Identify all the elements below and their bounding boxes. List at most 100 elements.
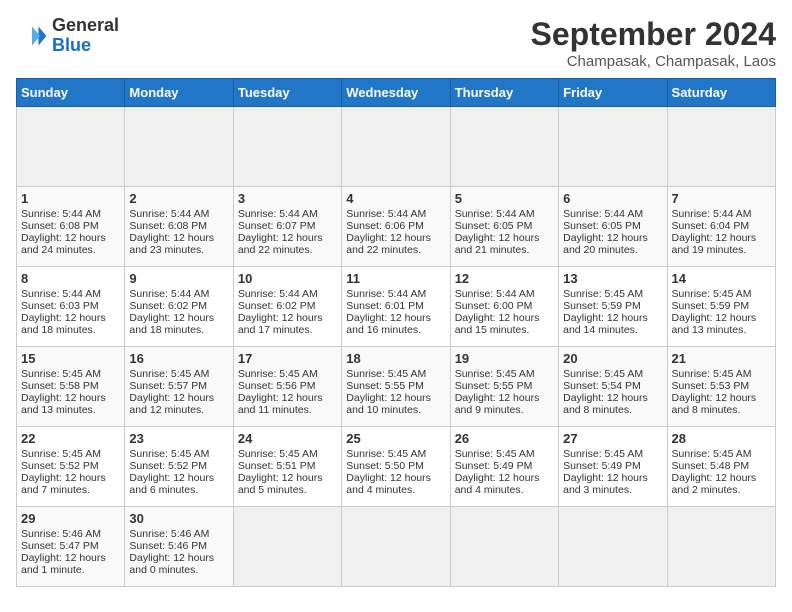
sunrise-text: Sunrise: 5:46 AM <box>21 528 120 540</box>
header: General Blue September 2024 Champasak, C… <box>16 16 776 70</box>
calendar-cell: 30 Sunrise: 5:46 AMSunset: 5:46 PMDayligh… <box>125 507 233 587</box>
sunrise-text: Sunrise: 5:45 AM <box>672 288 771 300</box>
daylight-text: Daylight: 12 hours and 19 minutes. <box>672 232 771 256</box>
day-number: 10 <box>238 271 337 286</box>
sunset-text: Sunset: 6:00 PM <box>455 300 554 312</box>
header-day-sunday: Sunday <box>17 79 125 107</box>
sunrise-text: Sunrise: 5:44 AM <box>455 288 554 300</box>
sunset-text: Sunset: 5:52 PM <box>21 460 120 472</box>
daylight-text: Daylight: 12 hours and 23 minutes. <box>129 232 228 256</box>
calendar-cell: 12Sunrise: 5:44 AMSunset: 6:00 PMDayligh… <box>450 267 558 347</box>
sunset-text: Sunset: 5:55 PM <box>346 380 445 392</box>
header-day-friday: Friday <box>559 79 667 107</box>
sunrise-text: Sunrise: 5:45 AM <box>455 368 554 380</box>
day-number: 2 <box>129 191 228 206</box>
sunrise-text: Sunrise: 5:45 AM <box>129 448 228 460</box>
day-number: 23 <box>129 431 228 446</box>
logo-blue: Blue <box>52 35 91 55</box>
daylight-text: Daylight: 12 hours and 20 minutes. <box>563 232 662 256</box>
day-number: 18 <box>346 351 445 366</box>
day-number: 19 <box>455 351 554 366</box>
daylight-text: Daylight: 12 hours and 5 minutes. <box>238 472 337 496</box>
sunset-text: Sunset: 5:56 PM <box>238 380 337 392</box>
calendar-cell <box>233 507 341 587</box>
sunset-text: Sunset: 6:08 PM <box>129 220 228 232</box>
daylight-text: Daylight: 12 hours and 22 minutes. <box>346 232 445 256</box>
sunset-text: Sunset: 5:46 PM <box>129 540 228 552</box>
daylight-text: Daylight: 12 hours and 0 minutes. <box>129 552 228 576</box>
location: Champasak, Champasak, Laos <box>531 53 776 70</box>
sunset-text: Sunset: 5:52 PM <box>129 460 228 472</box>
day-number: 7 <box>672 191 771 206</box>
day-number: 3 <box>238 191 337 206</box>
logo-icon <box>16 20 48 52</box>
sunset-text: Sunset: 5:49 PM <box>563 460 662 472</box>
calendar-cell <box>667 507 775 587</box>
day-number: 13 <box>563 271 662 286</box>
sunset-text: Sunset: 5:59 PM <box>563 300 662 312</box>
day-number: 25 <box>346 431 445 446</box>
calendar-cell <box>125 107 233 187</box>
sunrise-text: Sunrise: 5:45 AM <box>563 368 662 380</box>
daylight-text: Daylight: 12 hours and 3 minutes. <box>563 472 662 496</box>
daylight-text: Daylight: 12 hours and 2 minutes. <box>672 472 771 496</box>
calendar-cell: 5Sunrise: 5:44 AMSunset: 6:05 PMDaylight… <box>450 187 558 267</box>
day-number: 20 <box>563 351 662 366</box>
calendar-cell: 16Sunrise: 5:45 AMSunset: 5:57 PMDayligh… <box>125 347 233 427</box>
calendar-cell: 1 Sunrise: 5:44 AMSunset: 6:08 PMDaylight… <box>17 187 125 267</box>
month-title: September 2024 <box>531 16 776 53</box>
sunset-text: Sunset: 6:05 PM <box>563 220 662 232</box>
day-number: 16 <box>129 351 228 366</box>
daylight-text: Daylight: 12 hours and 13 minutes. <box>672 312 771 336</box>
sunrise-text: Sunrise: 5:45 AM <box>21 368 120 380</box>
sunrise-text: Sunrise: 5:44 AM <box>563 208 662 220</box>
sunrise-text: Sunrise: 5:44 AM <box>21 288 120 300</box>
calendar-cell: 17Sunrise: 5:45 AMSunset: 5:56 PMDayligh… <box>233 347 341 427</box>
calendar-cell <box>450 107 558 187</box>
calendar-cell: 29Sunrise: 5:46 AMSunset: 5:47 PMDayligh… <box>17 507 125 587</box>
sunrise-text: Sunrise: 5:44 AM <box>129 288 228 300</box>
day-number: 17 <box>238 351 337 366</box>
calendar-cell: 23Sunrise: 5:45 AMSunset: 5:52 PMDayligh… <box>125 427 233 507</box>
header-day-wednesday: Wednesday <box>342 79 450 107</box>
logo-general: General <box>52 15 119 35</box>
sunrise-text: Sunrise: 5:45 AM <box>129 368 228 380</box>
daylight-text: Daylight: 12 hours and 8 minutes. <box>672 392 771 416</box>
sunset-text: Sunset: 5:48 PM <box>672 460 771 472</box>
daylight-text: Daylight: 12 hours and 4 minutes. <box>455 472 554 496</box>
sunset-text: Sunset: 6:01 PM <box>346 300 445 312</box>
calendar-cell: 18Sunrise: 5:45 AMSunset: 5:55 PMDayligh… <box>342 347 450 427</box>
sunrise-text: Sunrise: 5:44 AM <box>129 208 228 220</box>
sunset-text: Sunset: 6:08 PM <box>21 220 120 232</box>
calendar-cell <box>559 507 667 587</box>
sunset-text: Sunset: 5:47 PM <box>21 540 120 552</box>
daylight-text: Daylight: 12 hours and 24 minutes. <box>21 232 120 256</box>
day-number: 21 <box>672 351 771 366</box>
calendar-cell: 9Sunrise: 5:44 AMSunset: 6:02 PMDaylight… <box>125 267 233 347</box>
calendar-week-5: 29Sunrise: 5:46 AMSunset: 5:47 PMDayligh… <box>17 507 776 587</box>
day-number: 1 <box>21 191 120 206</box>
sunrise-text: Sunrise: 5:44 AM <box>238 288 337 300</box>
calendar-cell: 20Sunrise: 5:45 AMSunset: 5:54 PMDayligh… <box>559 347 667 427</box>
calendar-cell: 27Sunrise: 5:45 AMSunset: 5:49 PMDayligh… <box>559 427 667 507</box>
sunset-text: Sunset: 5:53 PM <box>672 380 771 392</box>
calendar-cell: 4Sunrise: 5:44 AMSunset: 6:06 PMDaylight… <box>342 187 450 267</box>
sunrise-text: Sunrise: 5:46 AM <box>129 528 228 540</box>
sunrise-text: Sunrise: 5:44 AM <box>21 208 120 220</box>
sunset-text: Sunset: 5:49 PM <box>455 460 554 472</box>
calendar-cell: 14Sunrise: 5:45 AMSunset: 5:59 PMDayligh… <box>667 267 775 347</box>
sunrise-text: Sunrise: 5:45 AM <box>346 368 445 380</box>
day-number: 6 <box>563 191 662 206</box>
sunset-text: Sunset: 6:04 PM <box>672 220 771 232</box>
daylight-text: Daylight: 12 hours and 22 minutes. <box>238 232 337 256</box>
sunset-text: Sunset: 5:50 PM <box>346 460 445 472</box>
sunset-text: Sunset: 5:54 PM <box>563 380 662 392</box>
day-number: 12 <box>455 271 554 286</box>
calendar-week-4: 22Sunrise: 5:45 AMSunset: 5:52 PMDayligh… <box>17 427 776 507</box>
day-number: 30 <box>129 511 228 526</box>
calendar-cell: 26Sunrise: 5:45 AMSunset: 5:49 PMDayligh… <box>450 427 558 507</box>
calendar-cell: 3Sunrise: 5:44 AMSunset: 6:07 PMDaylight… <box>233 187 341 267</box>
calendar-cell <box>450 507 558 587</box>
logo-text: General Blue <box>52 16 119 56</box>
sunrise-text: Sunrise: 5:44 AM <box>346 208 445 220</box>
